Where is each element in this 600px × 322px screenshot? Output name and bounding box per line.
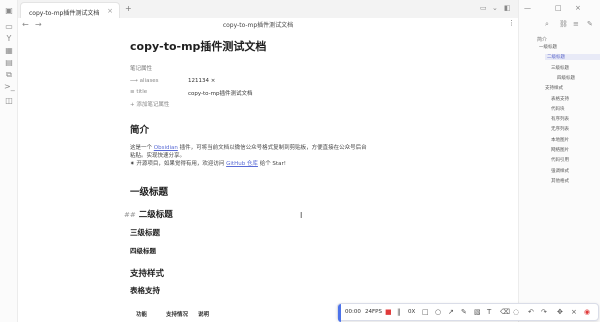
close-toolbar-icon[interactable]: ×: [571, 308, 577, 316]
outline-icon[interactable]: ≡: [573, 20, 579, 28]
window-close-icon[interactable]: ×: [575, 4, 581, 12]
heading-level-4: 四级标题: [130, 247, 156, 255]
obsidian-window: ▣ ▭ Y ▦ ▤ ⧉ >_ ◫ copy-to-mp插件测试文档 × + ▭ …: [0, 0, 600, 322]
outline-item[interactable]: 支持样式: [545, 85, 563, 91]
property-key: ≡ title: [130, 89, 148, 95]
table-header-cell: 支持情况: [166, 312, 189, 318]
outline-item[interactable]: 代码块: [551, 106, 565, 112]
outline-item[interactable]: 有序列表: [551, 116, 569, 122]
properties-label: 笔记属性: [130, 66, 153, 72]
outline-item[interactable]: 二级标题: [545, 54, 600, 61]
color-picker-icon[interactable]: ◌: [513, 308, 519, 316]
outline-item[interactable]: 无序列表: [551, 126, 569, 132]
outline-item[interactable]: 代码引用: [551, 157, 569, 163]
minimize-icon[interactable]: —: [524, 4, 531, 12]
property-value[interactable]: 121134 ×: [188, 78, 215, 84]
grid-icon[interactable]: ▦: [4, 46, 14, 56]
outline-item[interactable]: 网络图片: [551, 147, 569, 153]
heading-styles: 支持样式: [130, 269, 165, 279]
star-icon: ✷: [130, 161, 135, 167]
drag-handle[interactable]: [338, 304, 341, 322]
tab-title: copy-to-mp插件测试文档: [29, 10, 100, 17]
document-title: copy-to-mp插件测试文档: [130, 40, 267, 53]
outline-item[interactable]: 其他格式: [551, 178, 569, 184]
eraser-icon[interactable]: ⌫: [500, 308, 510, 316]
sidebar-window-controls: — □ ×: [519, 4, 600, 16]
left-ribbon: ▣ ▭ Y ▦ ▤ ⧉ >_ ◫: [0, 0, 18, 322]
folder-icon[interactable]: ▭: [4, 22, 14, 32]
more-options-icon[interactable]: ⋮: [508, 19, 515, 27]
tab-active-document[interactable]: copy-to-mp插件测试文档 ×: [20, 2, 120, 18]
rectangle-tool-icon[interactable]: □: [422, 308, 429, 316]
layout-icon[interactable]: ▭: [480, 4, 487, 12]
outline-item[interactable]: 本地图片: [551, 137, 569, 143]
sidebar-tabs: ⌕ ⛓ ≡ ✎: [519, 20, 600, 32]
move-icon[interactable]: ✥: [557, 308, 563, 316]
help-icon[interactable]: ◫: [4, 96, 14, 106]
split-icon[interactable]: ◧: [504, 4, 511, 12]
link-icon[interactable]: ⛓: [559, 20, 568, 28]
heading-tables: 表格支持: [130, 286, 160, 295]
git-branch-icon[interactable]: Y: [4, 34, 14, 44]
zoom-level[interactable]: 0X: [408, 309, 415, 315]
close-icon[interactable]: ×: [107, 7, 113, 15]
document-body[interactable]: copy-to-mp插件测试文档 笔记属性 ⟶ aliases 121134 ×…: [124, 38, 430, 320]
new-tab-icon[interactable]: +: [125, 4, 132, 13]
heading-intro: 简介: [130, 125, 150, 136]
pause-icon[interactable]: ‖: [397, 308, 401, 316]
outline-title: 简介: [537, 37, 548, 43]
table-header-cell: 说明: [198, 312, 210, 318]
intro-paragraph: 这是一个 Obsidian 插件，可将当前文档以微信公众号格式复制到剪贴板，方便…: [130, 145, 367, 167]
outline-item[interactable]: 表格支持: [551, 96, 569, 102]
outline-item[interactable]: 一级标题: [539, 44, 557, 50]
recording-fps[interactable]: 24FPS: [365, 309, 382, 315]
right-sidebar: — □ × ⌕ ⛓ ≡ ✎ 简介 一级标题二级标题三级标题四级标题支持样式表格支…: [518, 0, 600, 322]
pen-tool-icon[interactable]: ✎: [461, 308, 467, 316]
github-link[interactable]: GitHub 仓库: [226, 161, 258, 167]
obsidian-link[interactable]: Obsidian: [154, 145, 178, 151]
text-tool-icon[interactable]: T: [487, 308, 491, 316]
editor-title[interactable]: copy-to-mp插件测试文档: [18, 20, 498, 29]
outline-item[interactable]: 强调样式: [551, 168, 569, 174]
screen-recorder-toolbar: 00:00 24FPS ■ ‖ 0X □ ○ ↗ ✎ ▧ T ⌫ ◌ ↶ ↷ ✥…: [337, 303, 599, 322]
record-settings-icon[interactable]: ◉: [584, 308, 590, 316]
add-property-button[interactable]: + 添加笔记属性: [130, 100, 430, 108]
heading-level-1: 一级标题: [130, 187, 169, 198]
arrow-tool-icon[interactable]: ↗: [448, 308, 454, 316]
property-value[interactable]: copy-to-mp插件测试文档: [188, 89, 252, 97]
undo-icon[interactable]: ↶: [528, 308, 534, 316]
property-row-aliases[interactable]: ⟶ aliases 121134 ×: [130, 76, 430, 87]
heading-level-2: ## 二级标题: [124, 210, 173, 220]
outline-item[interactable]: 三级标题: [551, 65, 569, 71]
ellipse-tool-icon[interactable]: ○: [435, 308, 441, 316]
text-cursor-icon: I: [300, 211, 303, 220]
tab-bar: copy-to-mp插件测试文档 × +: [18, 0, 518, 18]
search-icon[interactable]: ⌕: [545, 20, 549, 29]
chevron-down-icon[interactable]: ⌄: [492, 4, 498, 12]
calendar-icon[interactable]: ▤: [4, 58, 14, 68]
terminal-icon[interactable]: >_: [4, 82, 15, 92]
tab-bar-actions: ▭ ⌄ ◧: [478, 0, 518, 18]
maximize-icon[interactable]: □: [555, 4, 562, 12]
property-key: ⟶ aliases: [130, 78, 159, 84]
recording-time: 00:00: [345, 309, 361, 315]
outline-item[interactable]: 四级标题: [557, 75, 575, 81]
mosaic-tool-icon[interactable]: ▧: [474, 308, 481, 316]
heading-level-3: 三级标题: [130, 228, 160, 237]
sidebar-toggle-icon[interactable]: ▣: [4, 6, 14, 16]
property-row-title[interactable]: ≡ title copy-to-mp插件测试文档: [130, 87, 430, 98]
copy-icon[interactable]: ⧉: [4, 70, 14, 80]
redo-icon[interactable]: ↷: [541, 308, 547, 316]
tag-icon[interactable]: ✎: [587, 20, 593, 28]
editor-header: ← → copy-to-mp插件测试文档: [18, 18, 518, 32]
stop-record-icon[interactable]: ■: [385, 308, 392, 316]
table-header-cell: 功能: [136, 312, 148, 318]
